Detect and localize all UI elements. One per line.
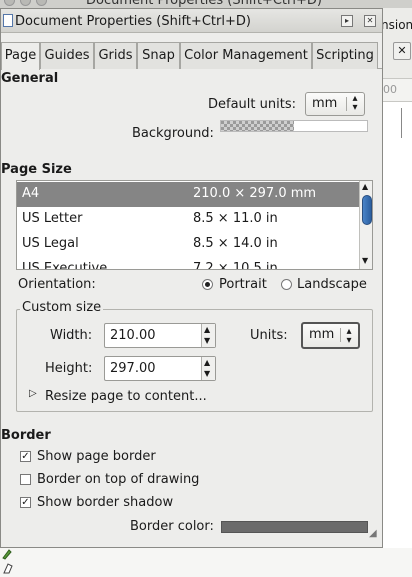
gradient-tool-icon[interactable]	[2, 548, 16, 560]
portrait-radio[interactable]	[202, 279, 213, 290]
ruler-label: 00	[383, 83, 397, 96]
show-page-border-checkbox[interactable]: ✓	[20, 451, 31, 462]
list-item-name: US Letter	[22, 211, 83, 226]
dock-arrow-icon[interactable]: ▸	[341, 15, 353, 27]
page-size-list[interactable]: A4 210.0 × 297.0 mm US Letter 8.5 × 11.0…	[16, 180, 373, 270]
units-label: Units:	[250, 328, 288, 343]
document-icon	[3, 14, 13, 27]
units-select[interactable]: mm ▴ ▾	[301, 322, 360, 349]
background-toolbox	[0, 548, 412, 577]
transparency-checker	[221, 121, 294, 131]
list-item-us-legal[interactable]: US Legal 8.5 × 14.0 in	[17, 232, 359, 257]
list-item-size: 8.5 × 11.0 in	[193, 211, 278, 226]
updown-arrows-icon: ▴ ▾	[346, 326, 352, 346]
width-value: 210.00	[110, 328, 156, 343]
list-item-a4[interactable]: A4 210.0 × 297.0 mm	[17, 182, 359, 207]
height-stepper-buttons[interactable]: ▲ ▼	[201, 357, 215, 380]
background-right-panel: nsion ✕ 00	[378, 8, 412, 577]
default-units-select[interactable]: mm ▴ ▾	[305, 92, 365, 116]
tab-bar: Page Guides Grids Snap Color Management …	[1, 42, 382, 70]
default-units-value: mm	[312, 96, 338, 111]
dialog-title: Document Properties (Shift+Ctrl+D)	[15, 14, 251, 29]
page-edge-line	[401, 108, 402, 138]
custom-size-heading: Custom size	[20, 300, 104, 315]
show-border-shadow-label[interactable]: Show border shadow	[37, 495, 173, 510]
background-label: Background:	[132, 126, 214, 141]
decrement-arrow-icon[interactable]: ▼	[204, 336, 210, 346]
window-minimize-dot-icon[interactable]	[20, 0, 31, 6]
scroll-up-arrow-icon[interactable]: ▲	[362, 182, 368, 191]
border-color-button[interactable]	[221, 521, 368, 533]
scrollbar-thumb[interactable]	[362, 195, 372, 225]
width-label: Width:	[50, 328, 93, 343]
default-units-label: Default units:	[208, 97, 296, 112]
window-close-dot-icon[interactable]	[4, 0, 15, 6]
show-page-border-label[interactable]: Show page border	[37, 449, 156, 464]
border-on-top-checkbox[interactable]	[20, 474, 31, 485]
updown-arrows-icon: ▴ ▾	[352, 93, 358, 113]
height-label: Height:	[45, 361, 93, 376]
list-item-size: 7.2 × 10.5 in	[193, 261, 278, 270]
landscape-radio[interactable]	[281, 279, 292, 290]
border-heading: Border	[1, 428, 51, 443]
decrement-arrow-icon[interactable]: ▼	[204, 369, 210, 379]
combo-separator	[346, 97, 347, 111]
resize-to-content-expander[interactable]: Resize page to content...	[45, 389, 207, 404]
list-item-us-executive[interactable]: US Executive 7.2 × 10.5 in	[17, 257, 359, 270]
page-size-scrollbar[interactable]: ▲ ▼	[359, 181, 372, 269]
background-window-titlebar: Document Properties (Shift+Ctrl+D)	[0, 0, 412, 8]
orientation-label: Orientation:	[18, 277, 96, 292]
list-item-name: US Legal	[22, 236, 79, 251]
height-value: 297.00	[110, 361, 156, 376]
tab-page[interactable]: Page	[1, 42, 40, 70]
page-size-heading: Page Size	[1, 162, 72, 177]
height-stepper[interactable]: 297.00 ▲ ▼	[104, 356, 216, 381]
tab-scripting[interactable]: Scripting	[312, 42, 378, 69]
resize-grip-icon[interactable]: ◢	[369, 528, 377, 539]
background-close-icon[interactable]: ✕	[393, 42, 411, 60]
list-item-name: A4	[22, 186, 40, 201]
background-window-title: Document Properties (Shift+Ctrl+D)	[86, 0, 322, 8]
increment-arrow-icon[interactable]: ▲	[204, 325, 210, 335]
units-value: mm	[309, 327, 335, 342]
expander-triangle-icon[interactable]: ▷	[29, 388, 37, 399]
window-maximize-dot-icon[interactable]	[36, 0, 47, 6]
show-border-shadow-checkbox[interactable]: ✓	[20, 497, 31, 508]
increment-arrow-icon[interactable]: ▲	[204, 358, 210, 368]
dialog-titlebar[interactable]: Document Properties (Shift+Ctrl+D) ▸ ✕	[1, 9, 382, 33]
width-stepper[interactable]: 210.00 ▲ ▼	[104, 323, 216, 348]
canvas[interactable]	[379, 102, 412, 577]
pencil-tool-icon[interactable]	[2, 562, 16, 574]
list-item-size: 210.0 × 297.0 mm	[193, 186, 317, 201]
portrait-label[interactable]: Portrait	[219, 277, 267, 292]
list-item-size: 8.5 × 14.0 in	[193, 236, 278, 251]
tab-guides[interactable]: Guides	[40, 42, 94, 69]
landscape-label[interactable]: Landscape	[297, 277, 367, 292]
combo-separator	[340, 328, 341, 342]
tab-color-management[interactable]: Color Management	[180, 42, 312, 69]
border-color-label: Border color:	[130, 519, 214, 534]
background-panel-text: nsion	[381, 18, 412, 32]
width-stepper-buttons[interactable]: ▲ ▼	[201, 324, 215, 347]
background-color-button[interactable]	[220, 120, 368, 132]
close-icon[interactable]: ✕	[364, 15, 376, 27]
ruler: 00	[379, 78, 412, 102]
tab-snap[interactable]: Snap	[137, 42, 180, 69]
list-item-name: US Executive	[22, 261, 108, 270]
tab-grids[interactable]: Grids	[94, 42, 137, 69]
list-item-us-letter[interactable]: US Letter 8.5 × 11.0 in	[17, 207, 359, 232]
border-on-top-label[interactable]: Border on top of drawing	[37, 472, 199, 487]
scroll-down-arrow-icon[interactable]: ▼	[362, 256, 368, 265]
general-heading: General	[1, 71, 59, 86]
